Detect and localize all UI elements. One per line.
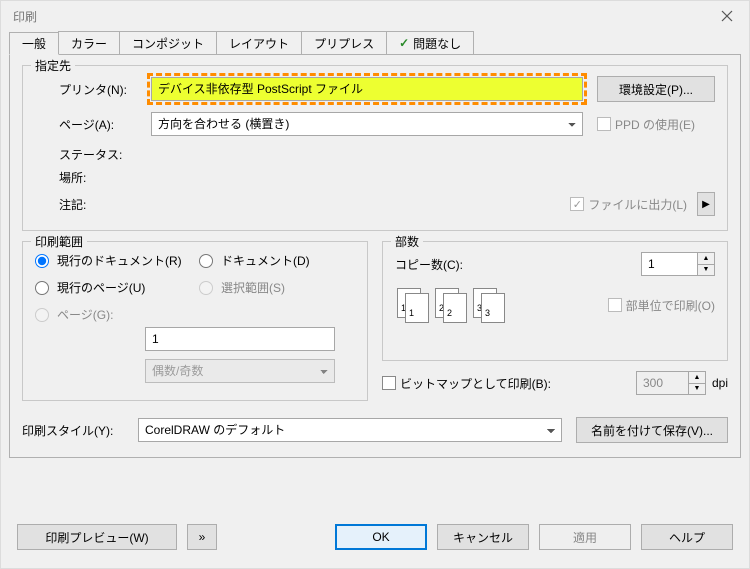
printer-label: プリンタ(N): bbox=[59, 81, 151, 98]
print-to-file-checkbox[interactable]: ファイルに出力(L) bbox=[570, 196, 687, 213]
tab-general[interactable]: 一般 bbox=[9, 32, 59, 55]
window-title: 印刷 bbox=[13, 8, 37, 25]
save-as-button[interactable]: 名前を付けて保存(V)... bbox=[576, 417, 728, 443]
group-legend: 指定先 bbox=[31, 57, 75, 74]
tab-prepress[interactable]: プリプレス bbox=[301, 31, 387, 54]
checkbox-label: PPD の使用(E) bbox=[615, 116, 695, 133]
radio-current-page[interactable]: 現行のページ(U) bbox=[35, 279, 191, 296]
comment-label: 注記: bbox=[59, 196, 151, 213]
tab-label: カラー bbox=[71, 35, 107, 52]
group-print-range: 印刷範囲 現行のドキュメント(R) 現行のページ(U) ページ(G): ドキュメ… bbox=[22, 241, 368, 401]
printer-settings-button[interactable]: 環境設定(P)... bbox=[597, 76, 715, 102]
radio-pages[interactable]: ページ(G): bbox=[35, 306, 191, 323]
print-dialog: 印刷 一般 カラー コンポジット レイアウト プリプレス ✓ 問題なし 指定先 プ… bbox=[0, 0, 750, 569]
dpi-input[interactable] bbox=[636, 371, 688, 395]
checkbox-label: 部単位で印刷(O) bbox=[626, 297, 715, 314]
checkbox-icon bbox=[382, 376, 396, 390]
location-label: 場所: bbox=[59, 169, 151, 186]
printer-select[interactable]: デバイス非依存型 PostScript ファイル bbox=[151, 77, 583, 101]
print-preview-button[interactable]: 印刷プレビュー(W) bbox=[17, 524, 177, 550]
print-style-label: 印刷スタイル(Y): bbox=[22, 422, 138, 439]
collate-illustration: 11 22 33 bbox=[397, 288, 608, 324]
page-orientation-select[interactable]: 方向を合わせる (横置き) bbox=[151, 112, 583, 136]
copies-input[interactable] bbox=[641, 252, 697, 276]
expand-preview-button[interactable]: » bbox=[187, 524, 217, 550]
tab-composite[interactable]: コンポジット bbox=[119, 31, 217, 54]
apply-button[interactable]: 適用 bbox=[539, 524, 631, 550]
group-legend: 部数 bbox=[391, 233, 423, 250]
spin-down-icon[interactable]: ▼ bbox=[689, 384, 705, 395]
tab-label: コンポジット bbox=[132, 35, 204, 52]
close-icon bbox=[721, 10, 733, 22]
pages-input[interactable] bbox=[145, 327, 335, 351]
tab-color[interactable]: カラー bbox=[58, 31, 120, 54]
tab-label: 問題なし bbox=[413, 35, 461, 52]
spin-up-icon[interactable]: ▲ bbox=[689, 372, 705, 384]
print-as-bitmap-checkbox[interactable]: ビットマップとして印刷(B): bbox=[382, 375, 636, 392]
status-label: ステータス: bbox=[59, 146, 151, 163]
print-style-select[interactable]: CorelDRAW のデフォルト bbox=[138, 418, 562, 442]
radio-document[interactable]: ドキュメント(D) bbox=[199, 252, 355, 269]
tab-layout[interactable]: レイアウト bbox=[216, 31, 302, 54]
radio-label: 選択範囲(S) bbox=[221, 279, 285, 296]
checkbox-icon bbox=[608, 298, 622, 312]
ok-button[interactable]: OK bbox=[335, 524, 427, 550]
dpi-unit: dpi bbox=[712, 376, 728, 390]
double-chevron-right-icon: » bbox=[199, 530, 206, 544]
dpi-spinner[interactable]: ▲▼ bbox=[636, 371, 706, 395]
triangle-right-icon: ▶ bbox=[702, 199, 710, 210]
radio-label: ページ(G): bbox=[57, 306, 113, 323]
help-button[interactable]: ヘルプ bbox=[641, 524, 733, 550]
group-destination: 指定先 プリンタ(N): デバイス非依存型 PostScript ファイル 環境… bbox=[22, 65, 728, 231]
page-label: ページ(A): bbox=[59, 116, 151, 133]
copies-label: コピー数(C): bbox=[395, 256, 641, 273]
group-copies: 部数 コピー数(C): ▲▼ 11 22 bbox=[382, 241, 728, 361]
cancel-button[interactable]: キャンセル bbox=[437, 524, 529, 550]
collate-checkbox[interactable]: 部単位で印刷(O) bbox=[608, 297, 715, 314]
spin-down-icon[interactable]: ▼ bbox=[698, 265, 714, 276]
tab-label: プリプレス bbox=[314, 35, 374, 52]
radio-selection[interactable]: 選択範囲(S) bbox=[199, 279, 355, 296]
checkmark-icon: ✓ bbox=[399, 36, 409, 50]
copies-spinner[interactable]: ▲▼ bbox=[641, 252, 715, 276]
tab-issues[interactable]: ✓ 問題なし bbox=[386, 31, 474, 54]
even-odd-select[interactable]: 偶数/奇数 bbox=[145, 359, 335, 383]
radio-label: ドキュメント(D) bbox=[221, 252, 310, 269]
checkbox-label: ビットマップとして印刷(B): bbox=[400, 375, 551, 392]
checkbox-icon bbox=[570, 197, 584, 211]
close-button[interactable] bbox=[704, 1, 749, 31]
radio-label: 現行のドキュメント(R) bbox=[57, 252, 182, 269]
tab-label: 一般 bbox=[22, 35, 46, 52]
file-output-flyout-button[interactable]: ▶ bbox=[697, 192, 715, 216]
tab-label: レイアウト bbox=[229, 35, 289, 52]
radio-current-document[interactable]: 現行のドキュメント(R) bbox=[35, 252, 191, 269]
checkbox-label: ファイルに出力(L) bbox=[588, 196, 687, 213]
tab-strip: 一般 カラー コンポジット レイアウト プリプレス ✓ 問題なし bbox=[9, 31, 741, 55]
titlebar: 印刷 bbox=[1, 1, 749, 31]
use-ppd-checkbox[interactable]: PPD の使用(E) bbox=[597, 116, 715, 133]
spin-up-icon[interactable]: ▲ bbox=[698, 253, 714, 265]
radio-label: 現行のページ(U) bbox=[57, 279, 145, 296]
group-legend: 印刷範囲 bbox=[31, 233, 87, 250]
checkbox-icon bbox=[597, 117, 611, 131]
